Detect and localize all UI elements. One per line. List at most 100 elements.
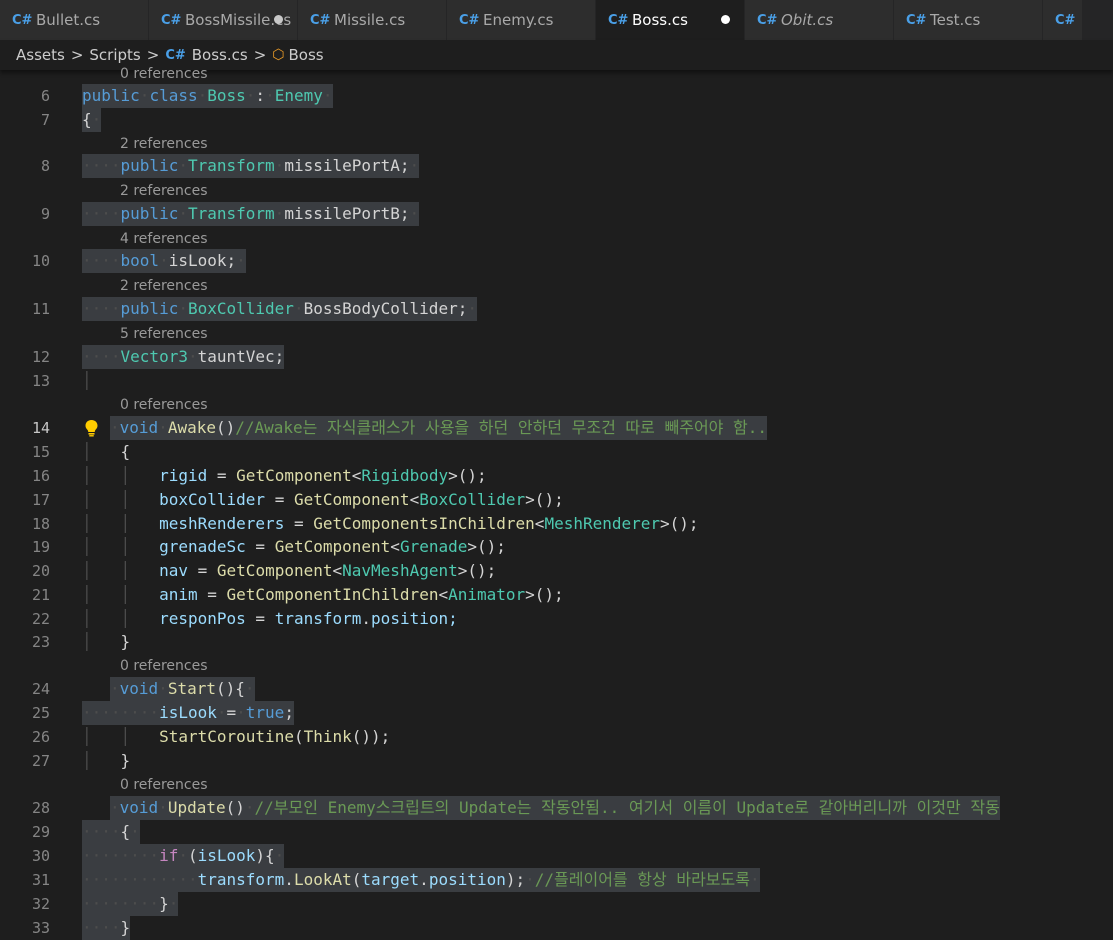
code-text[interactable]: ····public·BoxCollider·BossBodyCollider;… [82, 297, 477, 321]
line-number: 28 [31, 799, 50, 817]
code-text[interactable]: {· [82, 108, 102, 132]
code-line: 25 ········isLook·=·true; [0, 701, 1113, 725]
code-text[interactable]: │ │ boxCollider = GetComponent<BoxCollid… [82, 488, 564, 512]
code-line: 27 │ } [0, 749, 1113, 773]
csharp-file-icon: C# [161, 12, 182, 28]
tab-bossmissile[interactable]: C# BossMissile.cs [149, 0, 298, 40]
code-text[interactable]: ····public·Transform·missilePortA;· [82, 154, 420, 178]
code-line: 22 │ │ responPos = transform.position; [0, 607, 1113, 631]
line-number: 23 [31, 633, 50, 651]
code-text[interactable]: ·void·Awake()//Awake는 자식클래스가 사용을 하던 안하던 … [110, 416, 768, 440]
codelens-references[interactable]: 0 references [120, 64, 208, 84]
code-text[interactable]: │ │ StartCoroutine(Think()); [82, 725, 390, 749]
tab-bullet[interactable]: C# Bullet.cs [0, 0, 149, 40]
code-line: 28 ·void·Update()·//부모인 Enemy스크립트의 Updat… [0, 796, 1113, 820]
code-line: 13 │ [0, 369, 1113, 393]
codelens-references[interactable]: 0 references [120, 656, 208, 676]
code-text[interactable]: │ │ meshRenderers = GetComponentsInChild… [82, 512, 699, 536]
code-text[interactable]: │ │ responPos = transform.position; [82, 607, 458, 631]
code-text[interactable]: public·class·Boss·:·Enemy· [82, 84, 333, 108]
unsaved-dot-icon[interactable] [274, 15, 283, 24]
code-text[interactable]: ····Vector3·tauntVec; [82, 345, 285, 369]
tab-label: Bullet.cs [36, 11, 101, 29]
code-text[interactable]: │ │ nav = GetComponent<NavMeshAgent>(); [82, 559, 496, 583]
line-number: 33 [31, 919, 50, 937]
code-line: 33 ····} [0, 916, 1113, 940]
tab-test[interactable]: C# Test.cs [894, 0, 1043, 40]
code-line: 30 ········if·(isLook){· [0, 844, 1113, 868]
csharp-file-icon: C# [165, 47, 186, 63]
code-line: 6 public·class·Boss·:·Enemy· [0, 84, 1113, 108]
tab-label: Enemy.cs [483, 11, 554, 29]
line-number: 14 [31, 419, 50, 437]
line-number: 10 [31, 252, 50, 270]
line-number: 21 [31, 586, 50, 604]
unsaved-dot-icon[interactable] [721, 15, 730, 24]
tab-boss[interactable]: C# Boss.cs [596, 0, 745, 40]
code-text[interactable]: │ │ grenadeSc = GetComponent<Grenade>(); [82, 535, 506, 559]
csharp-file-icon: C# [906, 12, 927, 28]
code-editor[interactable]: 0 references 6 public·class·Boss·:·Enemy… [0, 64, 1113, 940]
line-number: 31 [31, 871, 50, 889]
breadcrumb-scripts[interactable]: Scripts [89, 46, 140, 64]
tab-enemy[interactable]: C# Enemy.cs [447, 0, 596, 40]
tab-missile[interactable]: C# Missile.cs [298, 0, 447, 40]
code-line: 15 │ { [0, 440, 1113, 464]
codelens-references[interactable]: 5 references [120, 324, 208, 344]
codelens-references[interactable]: 0 references [120, 775, 208, 795]
code-line: 26 │ │ StartCoroutine(Think()); [0, 725, 1113, 749]
code-text[interactable]: │ [82, 369, 92, 393]
line-number: 8 [40, 157, 50, 175]
tab-obit[interactable]: C# Obit.cs [745, 0, 894, 40]
line-number: 7 [40, 111, 50, 129]
tab-label: Missile.cs [334, 11, 406, 29]
code-line: 11 ····public·BoxCollider·BossBodyCollid… [0, 297, 1113, 321]
line-number: 24 [31, 680, 50, 698]
lightbulb-icon[interactable] [84, 419, 99, 437]
code-text[interactable]: ········}· [82, 892, 179, 916]
line-number: 25 [31, 704, 50, 722]
codelens-references[interactable]: 4 references [120, 229, 208, 249]
code-text[interactable]: ····} [82, 916, 131, 940]
codelens-references[interactable]: 0 references [120, 395, 208, 415]
code-line: 17 │ │ boxCollider = GetComponent<BoxCol… [0, 488, 1113, 512]
csharp-file-icon: C# [12, 12, 33, 28]
codelens-references[interactable]: 2 references [120, 181, 208, 201]
line-number: 15 [31, 443, 50, 461]
code-text[interactable]: ····public·Transform·missilePortB;· [82, 202, 420, 226]
csharp-file-icon: C# [310, 12, 331, 28]
code-text[interactable]: ·void·Update()·//부모인 Enemy스크립트의 Update는 … [110, 796, 1000, 820]
line-number: 29 [31, 823, 50, 841]
code-text[interactable]: ········if·(isLook){· [82, 844, 285, 868]
code-line: 9 ····public·Transform·missilePortB;· [0, 202, 1113, 226]
line-number: 16 [31, 467, 50, 485]
codelens-references[interactable]: 2 references [120, 134, 208, 154]
code-text[interactable]: │ { [82, 440, 130, 464]
csharp-file-icon: C# [459, 12, 480, 28]
code-line: 20 │ │ nav = GetComponent<NavMeshAgent>(… [0, 559, 1113, 583]
chevron-right-icon: > [146, 46, 160, 64]
breadcrumb-assets[interactable]: Assets [16, 46, 65, 64]
breadcrumb-file[interactable]: Boss.cs [192, 46, 248, 64]
code-text[interactable]: │ │ anim = GetComponentInChildren<Animat… [82, 583, 564, 607]
code-text[interactable]: ········isLook·=·true; [82, 701, 294, 725]
code-line: 10 ····bool·isLook;· [0, 249, 1113, 273]
line-number: 18 [31, 515, 50, 533]
code-text[interactable]: ····{· [82, 820, 140, 844]
codelens-references[interactable]: 2 references [120, 276, 208, 296]
breadcrumb-symbol[interactable]: Boss [289, 46, 324, 64]
line-number: 22 [31, 610, 50, 628]
tab-overflow[interactable]: C# [1043, 0, 1083, 40]
code-text[interactable]: │ │ rigid = GetComponent<Rigidbody>(); [82, 464, 487, 488]
code-text[interactable]: ·void·Start(){· [110, 677, 255, 701]
code-line: 23 │ } [0, 630, 1113, 654]
code-line: 31 ············transform.LookAt(target.p… [0, 868, 1113, 892]
code-text[interactable]: │ } [82, 630, 130, 654]
tab-label: Test.cs [930, 11, 981, 29]
code-text[interactable]: │ } [82, 749, 130, 773]
code-text[interactable]: ····bool·isLook;· [82, 249, 246, 273]
line-number: 30 [31, 847, 50, 865]
chevron-right-icon: > [253, 46, 267, 64]
line-number: 17 [31, 491, 50, 509]
code-text[interactable]: ············transform.LookAt(target.posi… [82, 868, 760, 892]
